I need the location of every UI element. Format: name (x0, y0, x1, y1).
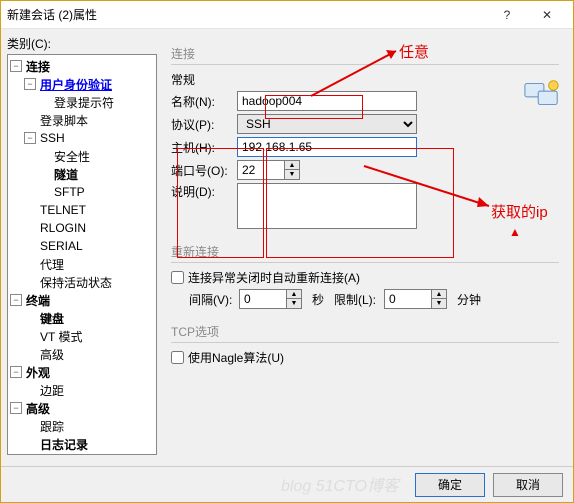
category-tree[interactable]: −连接 −用户身份验证 登录提示符 登录脚本 −SSH 安全性 隧道 SFTP … (7, 54, 157, 455)
min-label: 分钟 (457, 291, 481, 308)
interval-label: 间隔(V): (189, 291, 239, 308)
spin-down-icon[interactable]: ▼ (287, 299, 301, 308)
tree-login-script[interactable]: 登录脚本 (8, 111, 156, 129)
row-desc: 说明(D): (171, 183, 559, 229)
sec-label: 秒 (312, 291, 324, 308)
tree-keyboard[interactable]: 键盘 (8, 309, 156, 327)
nagle-row: 使用Nagle算法(U) (171, 349, 559, 366)
group-connect: 连接 (171, 45, 559, 65)
tree-keepalive[interactable]: 保持活动状态 (8, 273, 156, 291)
spin-up-icon[interactable]: ▲ (287, 290, 301, 299)
name-label: 名称(N): (171, 93, 237, 110)
port-input[interactable] (237, 160, 285, 180)
triangle-icon: ▲ (509, 225, 521, 239)
reconnect-label: 连接异常关闭时自动重新连接(A) (188, 269, 360, 286)
desc-input[interactable] (237, 183, 417, 229)
watermark: blog 51CTO博客 (281, 472, 399, 496)
spin-up-icon[interactable]: ▲ (285, 161, 299, 170)
host-input[interactable] (237, 137, 417, 157)
tree-serial[interactable]: SERIAL (8, 237, 156, 255)
spin-down-icon[interactable]: ▼ (432, 299, 446, 308)
group-tcp: TCP选项 (171, 323, 559, 343)
limit-input[interactable] (384, 289, 432, 309)
tree-appearance[interactable]: −外观 (8, 363, 156, 381)
interval-input[interactable] (239, 289, 287, 309)
tree-margin[interactable]: 边距 (8, 381, 156, 399)
interval-spinner[interactable]: ▲▼ (239, 289, 302, 309)
right-panel: 连接 常规 名称(N): 协议(P): SSH 主机(H): 端口号(O): ▲… (157, 35, 567, 455)
tree-login-prompt[interactable]: 登录提示符 (8, 93, 156, 111)
reconnect-checkbox[interactable] (171, 271, 184, 284)
tree-logging[interactable]: 日志记录 (8, 435, 156, 453)
tree-ssh[interactable]: −SSH (8, 129, 156, 147)
tree-vt[interactable]: VT 模式 (8, 327, 156, 345)
row-interval: 间隔(V): ▲▼ 秒 限制(L): ▲▼ 分钟 (171, 289, 559, 309)
tree-advanced2[interactable]: −高级 (8, 399, 156, 417)
spin-down-icon[interactable]: ▼ (285, 170, 299, 179)
close-button[interactable]: ✕ (527, 2, 567, 28)
row-host: 主机(H): (171, 137, 559, 157)
spin-up-icon[interactable]: ▲ (432, 290, 446, 299)
nagle-checkbox[interactable] (171, 351, 184, 364)
window-title: 新建会话 (2)属性 (7, 6, 487, 23)
tree-filetransfer[interactable]: −文件传输 (8, 453, 156, 455)
titlebar: 新建会话 (2)属性 ? ✕ (1, 1, 573, 29)
tree-terminal[interactable]: −终端 (8, 291, 156, 309)
ok-button[interactable]: 确定 (415, 473, 485, 497)
tree-advanced1[interactable]: 高级 (8, 345, 156, 363)
limit-spinner[interactable]: ▲▼ (384, 289, 447, 309)
desc-label: 说明(D): (171, 183, 237, 200)
protocol-select[interactable]: SSH (237, 114, 417, 134)
tree-tunnel[interactable]: 隧道 (8, 165, 156, 183)
tree-connection[interactable]: −连接 (8, 57, 156, 75)
port-label: 端口号(O): (171, 162, 237, 179)
tree-security[interactable]: 安全性 (8, 147, 156, 165)
nagle-label: 使用Nagle算法(U) (188, 349, 284, 366)
cancel-button[interactable]: 取消 (493, 473, 563, 497)
row-protocol: 协议(P): SSH (171, 114, 559, 134)
reconnect-check-row: 连接异常关闭时自动重新连接(A) (171, 269, 559, 286)
tree-auth[interactable]: −用户身份验证 (8, 75, 156, 93)
tree-sftp[interactable]: SFTP (8, 183, 156, 201)
name-input[interactable] (237, 91, 417, 111)
group-reconnect: 重新连接 (171, 243, 559, 263)
device-icon (523, 79, 561, 109)
host-label: 主机(H): (171, 139, 237, 156)
limit-label: 限制(L): (334, 291, 384, 308)
content: 类别(C): −连接 −用户身份验证 登录提示符 登录脚本 −SSH 安全性 隧… (1, 29, 573, 461)
category-label: 类别(C): (7, 35, 157, 52)
row-port: 端口号(O): ▲▼ (171, 160, 559, 180)
help-button[interactable]: ? (487, 2, 527, 28)
general-label: 常规 (171, 71, 559, 88)
port-spinner[interactable]: ▲▼ (237, 160, 300, 180)
tree-trace[interactable]: 跟踪 (8, 417, 156, 435)
tree-rlogin[interactable]: RLOGIN (8, 219, 156, 237)
tree-proxy[interactable]: 代理 (8, 255, 156, 273)
left-panel: 类别(C): −连接 −用户身份验证 登录提示符 登录脚本 −SSH 安全性 隧… (7, 35, 157, 455)
row-name: 名称(N): (171, 91, 559, 111)
tree-telnet[interactable]: TELNET (8, 201, 156, 219)
protocol-label: 协议(P): (171, 116, 237, 133)
